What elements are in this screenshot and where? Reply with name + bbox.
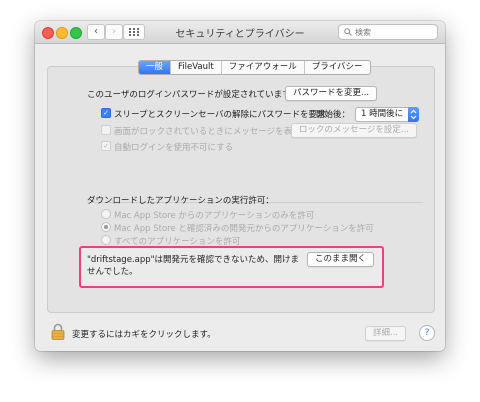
window-title: セキュリティとプライバシー — [175, 29, 305, 40]
lock-hint-text: 変更するにはカギをクリックします。 — [72, 330, 216, 340]
radio-app-store-and-identified-label: Mac App Store と確認済みの開発元からのアプリケーションを許可 — [114, 224, 374, 234]
updown-arrows-icon — [408, 107, 419, 122]
checkmark-icon: ✓ — [103, 142, 109, 150]
start-after-label: 開始後： — [316, 110, 351, 120]
blocked-app-notice: "driftstage.app"は開発元を確認できないため、開けませんでした。 … — [79, 246, 384, 288]
show-all-button[interactable] — [123, 24, 145, 40]
select-value: 1 時間後に — [361, 109, 404, 119]
search-input[interactable] — [355, 25, 433, 39]
disable-autologin-checkbox[interactable]: ✓ — [101, 141, 111, 151]
disable-autologin-label: 自動ログインを使用不可にする — [114, 143, 234, 153]
set-lock-message-button[interactable]: ロックのメッセージを設定... — [291, 123, 417, 138]
radio-app-store-only[interactable] — [101, 209, 111, 219]
padlock-icon[interactable] — [51, 323, 65, 340]
radio-app-store-only-label: Mac App Store からのアプリケーションのみを許可 — [114, 211, 315, 221]
show-message-checkbox[interactable] — [101, 125, 111, 135]
chevron-left-icon: ‹ — [94, 26, 98, 37]
title-bar: ‹ › セキュリティとプライバシー — [35, 21, 445, 44]
help-button[interactable]: ? — [419, 325, 435, 341]
advanced-button[interactable]: 詳細... — [365, 326, 407, 341]
change-password-button[interactable]: パスワードを変更... — [285, 86, 378, 101]
zoom-window-button[interactable] — [70, 27, 82, 39]
download-permission-heading: ダウンロードしたアプリケーションの実行許可： — [87, 196, 274, 206]
search-field[interactable] — [338, 24, 438, 40]
close-window-button[interactable] — [42, 27, 54, 39]
forward-button[interactable]: › — [105, 24, 123, 40]
tab-bar: 一般 FileVault ファイアウォール プライバシー — [138, 60, 371, 75]
require-password-checkbox[interactable]: ✓ — [101, 108, 111, 118]
tab-general[interactable]: 一般 — [139, 61, 172, 74]
show-message-label: 画面がロックされているときにメッセージを表示 — [114, 127, 301, 137]
radio-app-store-and-identified[interactable] — [101, 222, 111, 232]
preferences-window: ‹ › セキュリティとプライバシー 一般 FileVault ファイアウォール … — [35, 21, 445, 351]
minimize-window-button[interactable] — [56, 27, 68, 39]
password-status-label: このユーザのログインパスワードが設定されています — [87, 90, 291, 100]
require-password-delay-select[interactable]: 1 時間後に — [355, 107, 419, 122]
chevron-right-icon: › — [112, 26, 116, 37]
tab-filevault[interactable]: FileVault — [171, 61, 222, 74]
require-password-label: スリープとスクリーンセーバの解除にパスワードを要求 — [114, 110, 326, 120]
open-anyway-button[interactable]: このまま開く — [307, 252, 375, 267]
blocked-app-message: "driftstage.app"は開発元を確認できないため、開けませんでした。 — [87, 255, 300, 277]
tab-privacy[interactable]: プライバシー — [305, 61, 370, 74]
grid-icon — [129, 28, 139, 36]
tab-firewall[interactable]: ファイアウォール — [222, 61, 305, 74]
search-icon — [344, 28, 352, 36]
back-button[interactable]: ‹ — [87, 24, 105, 40]
checkmark-icon: ✓ — [103, 109, 109, 117]
radio-anywhere[interactable] — [101, 235, 111, 245]
